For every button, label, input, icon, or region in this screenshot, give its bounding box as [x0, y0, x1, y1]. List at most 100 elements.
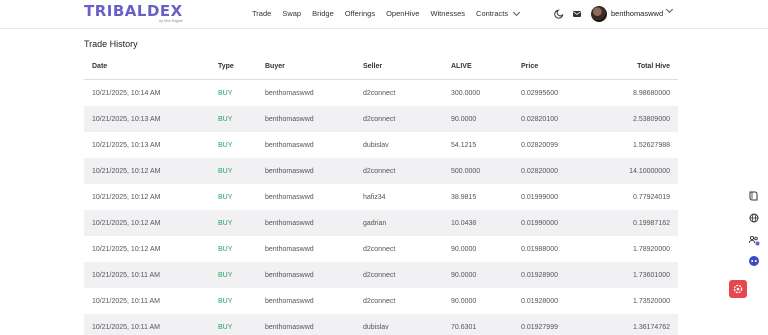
cell-price: 0.02820000: [521, 167, 558, 175]
cell-date: 10/21/2025, 10:11 AM: [92, 297, 160, 305]
cell-seller[interactable]: d2connect: [363, 90, 395, 97]
tribaldex-logo[interactable]: TRIBALDEX by Hive Engine: [84, 4, 183, 24]
people-badge-icon[interactable]: [748, 234, 760, 246]
cell-total-hive: 1.78920000: [633, 245, 670, 253]
cell-buyer[interactable]: benthomaswwd: [265, 142, 314, 149]
cell-type: BUY: [218, 323, 233, 331]
table-header: Date Type Buyer Seller ALIVE Price Total…: [84, 54, 678, 80]
nav-offerings[interactable]: Offerings: [345, 9, 375, 18]
nav-trade[interactable]: Trade: [252, 9, 271, 18]
settings-fab-button[interactable]: [729, 280, 747, 298]
cell-date: 10/21/2025, 10:12 AM: [92, 245, 161, 253]
top-navbar: TRIBALDEX by Hive Engine Trade Swap Brid…: [0, 0, 768, 29]
cell-date: 10/21/2025, 10:13 AM: [92, 141, 161, 149]
col-header-total-hive[interactable]: Total Hive: [637, 63, 670, 70]
moon-icon[interactable]: [554, 9, 564, 19]
table-row: 10/21/2025, 10:14 AM BUY benthomaswwd d2…: [84, 80, 678, 106]
page-title: Trade History: [84, 39, 138, 49]
col-header-buyer[interactable]: Buyer: [265, 63, 285, 70]
cell-alive: 300.0000: [451, 89, 481, 97]
cell-price: 0.01928000: [521, 297, 558, 305]
cell-total-hive: 2.53809000: [633, 115, 670, 123]
username[interactable]: benthomaswwd: [611, 9, 663, 18]
cell-buyer[interactable]: benthomaswwd: [265, 194, 314, 201]
cell-date: 10/21/2025, 10:12 AM: [92, 167, 161, 175]
table-row: 10/21/2025, 10:12 AM BUY benthomaswwd ha…: [84, 184, 678, 210]
logo-text: TRIBALDEX: [84, 2, 183, 20]
cell-alive: 10.0438: [451, 219, 477, 227]
cell-buyer[interactable]: benthomaswwd: [265, 324, 314, 331]
table-row: 10/21/2025, 10:12 AM BUY benthomaswwd ga…: [84, 210, 678, 236]
cell-buyer[interactable]: benthomaswwd: [265, 168, 314, 175]
cell-seller[interactable]: d2connect: [363, 272, 395, 279]
nav-contracts-dropdown[interactable]: Contracts: [476, 8, 521, 18]
cell-price: 0.02995600: [521, 89, 558, 97]
table-row: 10/21/2025, 10:12 AM BUY benthomaswwd d2…: [84, 236, 678, 262]
book-icon[interactable]: [748, 190, 760, 202]
cell-seller[interactable]: dubislav: [363, 142, 389, 149]
cell-date: 10/21/2025, 10:14 AM: [92, 89, 161, 97]
cell-seller[interactable]: d2connect: [363, 298, 395, 305]
table-row: 10/21/2025, 10:11 AM BUY benthomaswwd d2…: [84, 288, 678, 314]
cell-alive: 90.0000: [451, 271, 477, 279]
avatar[interactable]: [591, 6, 607, 22]
cell-seller[interactable]: d2connect: [363, 246, 395, 253]
cell-buyer[interactable]: benthomaswwd: [265, 116, 314, 123]
nav-openhive[interactable]: OpenHive: [386, 9, 419, 18]
chevron-down-icon[interactable]: [665, 5, 674, 14]
cell-type: BUY: [218, 167, 233, 175]
cell-type: BUY: [218, 115, 233, 123]
cell-buyer[interactable]: benthomaswwd: [265, 220, 314, 227]
cell-total-hive: 0.77924019: [633, 193, 670, 201]
logo-subtitle: by Hive Engine: [159, 19, 183, 23]
cell-price: 0.02820099: [521, 141, 558, 149]
settings-gear-icon: [733, 284, 743, 294]
cell-alive: 70.6301: [451, 323, 477, 331]
table-row: 10/21/2025, 10:11 AM BUY benthomaswwd du…: [84, 314, 678, 335]
cell-buyer[interactable]: benthomaswwd: [265, 272, 314, 279]
cell-buyer[interactable]: benthomaswwd: [265, 298, 314, 305]
globe-icon[interactable]: [748, 212, 760, 224]
cell-alive: 54.1215: [451, 141, 477, 149]
cell-total-hive: 0.19987162: [633, 219, 670, 227]
cell-seller[interactable]: d2connect: [363, 168, 395, 175]
cell-total-hive: 1.73520000: [633, 297, 670, 305]
col-header-alive[interactable]: ALIVE: [451, 63, 472, 70]
nav-swap[interactable]: Swap: [282, 9, 301, 18]
cell-total-hive: 14.10000000: [629, 167, 670, 175]
cell-date: 10/21/2025, 10:12 AM: [92, 219, 161, 227]
col-header-price[interactable]: Price: [521, 63, 538, 70]
cell-type: BUY: [218, 141, 233, 149]
table-row: 10/21/2025, 10:13 AM BUY benthomaswwd du…: [84, 132, 678, 158]
trade-history-table: Date Type Buyer Seller ALIVE Price Total…: [84, 54, 678, 335]
col-header-type[interactable]: Type: [218, 63, 234, 70]
main-nav: Trade Swap Bridge Offerings OpenHive Wit…: [252, 8, 530, 18]
cell-price: 0.01999000: [521, 193, 558, 201]
cell-type: BUY: [218, 271, 233, 279]
cell-seller[interactable]: d2connect: [363, 116, 395, 123]
cell-seller[interactable]: gadrian: [363, 220, 386, 227]
nav-witnesses[interactable]: Witnesses: [430, 9, 465, 18]
cell-type: BUY: [218, 245, 233, 253]
cell-type: BUY: [218, 193, 233, 201]
cell-buyer[interactable]: benthomaswwd: [265, 90, 314, 97]
col-header-date[interactable]: Date: [92, 63, 107, 70]
col-header-seller[interactable]: Seller: [363, 63, 382, 70]
cell-buyer[interactable]: benthomaswwd: [265, 246, 314, 253]
cell-price: 0.02820100: [521, 115, 558, 123]
cell-seller[interactable]: hafiz34: [363, 194, 386, 201]
cell-price: 0.01927999: [521, 323, 558, 331]
mail-icon[interactable]: [572, 9, 582, 19]
cell-type: BUY: [218, 297, 233, 305]
nav-bridge[interactable]: Bridge: [312, 9, 334, 18]
cell-date: 10/21/2025, 10:11 AM: [92, 323, 160, 331]
cell-seller[interactable]: dubislav: [363, 324, 389, 331]
cell-total-hive: 1.73601000: [633, 271, 670, 279]
table-row: 10/21/2025, 10:12 AM BUY benthomaswwd d2…: [84, 158, 678, 184]
cell-alive: 90.0000: [451, 115, 477, 123]
chat-bot-icon[interactable]: [748, 255, 760, 267]
cell-alive: 90.0000: [451, 245, 477, 253]
cell-price: 0.01928900: [521, 271, 558, 279]
cell-price: 0.01990000: [521, 219, 558, 227]
chevron-down-icon: [513, 8, 521, 16]
